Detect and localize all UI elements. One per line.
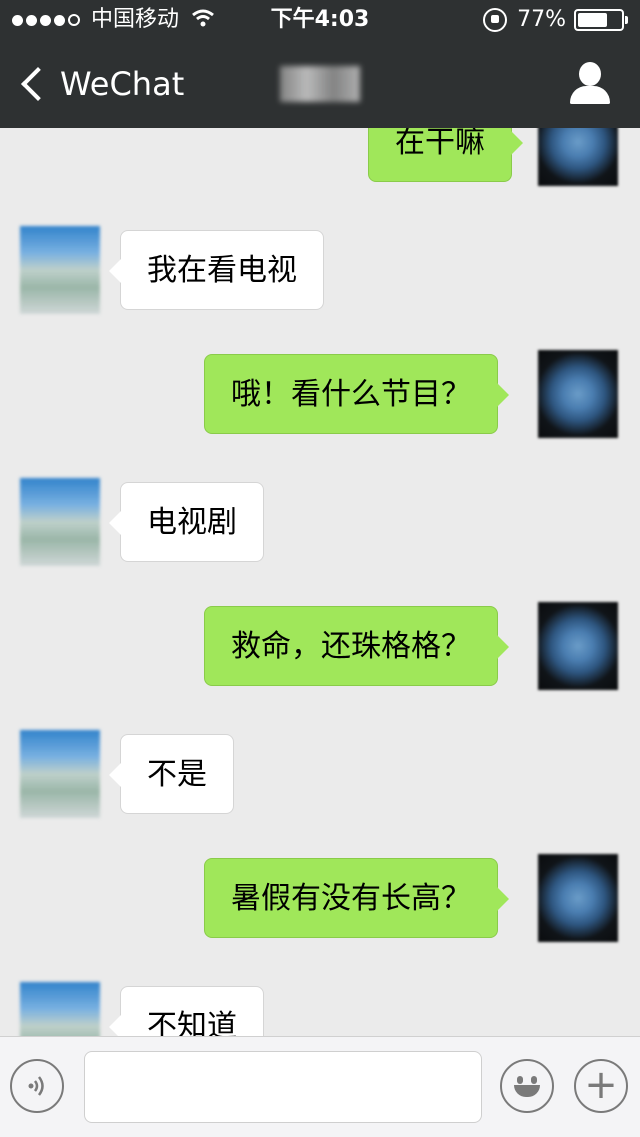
emoji-icon (517, 1076, 523, 1084)
contact-avatar[interactable] (20, 226, 100, 314)
plus-icon: + (584, 1062, 618, 1108)
contact-message-bubble[interactable]: 电视剧 (109, 482, 264, 562)
contact-avatar[interactable] (20, 730, 100, 818)
message-row: 暑假有没有长高？ (0, 854, 640, 950)
message-row: 救命，还珠格格？ (0, 602, 640, 698)
back-button[interactable]: WeChat (18, 40, 184, 128)
more-button[interactable]: + (574, 1059, 628, 1113)
status-right: 77% (483, 0, 628, 40)
voice-button[interactable] (10, 1059, 64, 1113)
message-row: 哦！看什么节目？ (0, 350, 640, 446)
back-label: WeChat (60, 65, 185, 103)
my-avatar[interactable] (538, 350, 618, 438)
top-bar: 中国移动 下午4:03 77% WeChat (0, 0, 640, 128)
message-row: 不是 (0, 730, 640, 826)
message-row: 电视剧 (0, 478, 640, 574)
battery-icon (574, 9, 628, 31)
my-message-bubble[interactable]: 救命，还珠格格？ (204, 606, 509, 686)
status-bar: 中国移动 下午4:03 77% (0, 0, 640, 40)
rotation-lock-icon (483, 8, 508, 32)
emoji-icon-eye (531, 1076, 537, 1084)
person-icon (579, 62, 601, 86)
chat-area[interactable]: 在干嘛 我在看电视哦！看什么节目？ 电视剧救命，还珠格格？ 不是暑假有没有长高？ 不知道 (0, 128, 640, 1036)
chevron-left-icon (21, 67, 55, 101)
contact-avatar[interactable] (20, 982, 100, 1036)
my-avatar[interactable] (538, 602, 618, 690)
message-row: 在干嘛 (0, 128, 640, 194)
my-message-bubble[interactable]: 哦！看什么节目？ (204, 354, 509, 434)
contact-message-bubble[interactable]: 不是 (109, 734, 234, 814)
emoji-button[interactable] (500, 1059, 554, 1113)
my-message-bubble[interactable]: 在干嘛 (368, 128, 523, 182)
my-avatar[interactable] (538, 854, 618, 942)
person-icon-body (570, 86, 610, 104)
input-bar: + (0, 1036, 640, 1137)
battery-percent: 77% (517, 7, 566, 32)
my-message-bubble[interactable]: 暑假有没有长高？ (204, 858, 509, 938)
message-row: 我在看电视 (0, 226, 640, 322)
contact-message-bubble[interactable]: 我在看电视 (109, 230, 324, 310)
profile-button[interactable] (568, 62, 612, 106)
my-avatar[interactable] (538, 128, 618, 186)
message-row: 不知道 (0, 982, 640, 1036)
contact-message-bubble[interactable]: 不知道 (109, 986, 264, 1036)
battery-fill (578, 13, 607, 27)
emoji-icon-mouth (514, 1085, 540, 1097)
contact-avatar[interactable] (20, 478, 100, 566)
nav-bar: WeChat (0, 40, 640, 128)
message-input[interactable] (84, 1051, 482, 1123)
voice-icon (24, 1076, 50, 1105)
chat-title-blurred (280, 66, 360, 102)
